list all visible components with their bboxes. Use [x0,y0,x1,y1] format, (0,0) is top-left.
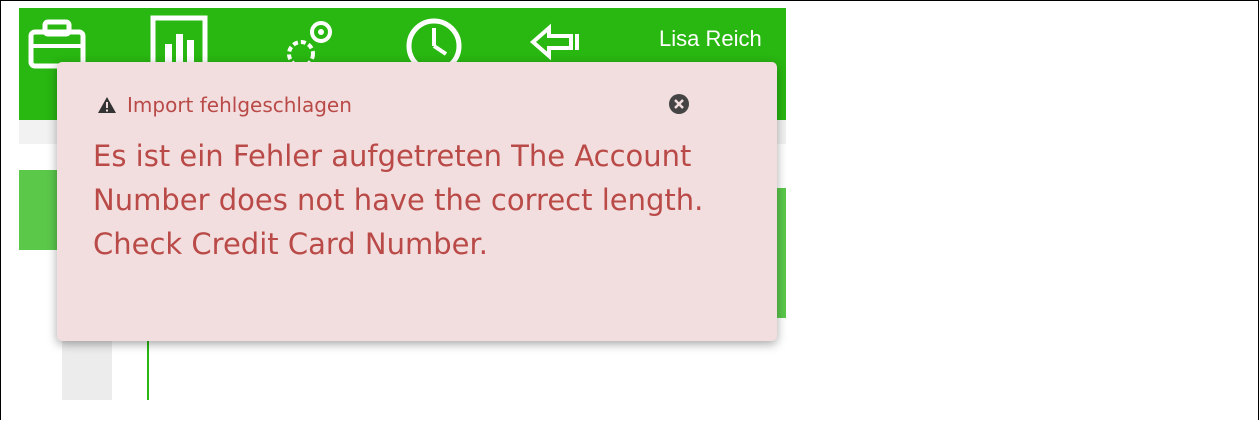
notification-title: Import fehlgeschlagen [127,93,352,117]
notification-message: Es ist ein Fehler aufgetreten The Accoun… [93,139,704,261]
notification-header: Import fehlgeschlagen [97,90,352,120]
left-green-panel [19,170,59,250]
warning-icon [98,97,116,113]
close-icon[interactable] [667,92,691,116]
user-name[interactable]: Lisa Reich [659,26,762,52]
error-notification: Import fehlgeschlagen Es ist ein Fehler … [57,62,777,341]
